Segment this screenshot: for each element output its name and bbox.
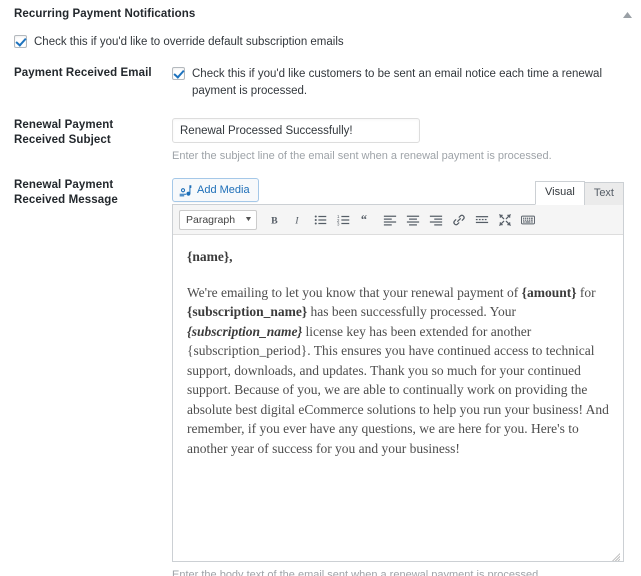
italic-icon[interactable]: I	[287, 209, 309, 231]
wp-editor: Add Media Visual Text Paragraph ▼ B I 1 …	[172, 178, 624, 576]
numbered-list-icon[interactable]: 1 2 3	[333, 209, 355, 231]
renewal-subject-input[interactable]	[172, 118, 420, 143]
align-right-icon[interactable]	[425, 209, 447, 231]
editor-greeting: {name},	[187, 249, 233, 264]
svg-text:3: 3	[337, 221, 340, 226]
editor-mode-tabs: Visual Text	[535, 180, 624, 205]
resize-grip-icon[interactable]	[610, 548, 621, 561]
chevron-down-icon: ▼	[244, 216, 253, 223]
blockquote-icon[interactable]: “	[356, 209, 378, 231]
page-title: Recurring Payment Notifications	[14, 8, 196, 20]
format-select-value: Paragraph	[186, 213, 236, 226]
override-emails-checkbox[interactable]	[14, 35, 27, 48]
svg-text:“: “	[361, 213, 367, 227]
renewal-message-label: Renewal Payment Received Message	[14, 179, 118, 206]
renewal-subject-label: Renewal Payment Received Subject	[14, 119, 114, 146]
caret-up-icon[interactable]	[621, 9, 633, 21]
bulleted-list-icon[interactable]	[310, 209, 332, 231]
format-select[interactable]: Paragraph ▼	[179, 209, 257, 230]
payment-received-email-label: Payment Received Email	[14, 67, 152, 79]
align-left-icon[interactable]	[379, 209, 401, 231]
editor-toolbar: Paragraph ▼ B I 1 2 3 “	[173, 205, 623, 235]
keyboard-shortcuts-icon[interactable]	[517, 209, 539, 231]
svg-text:I: I	[294, 215, 299, 226]
renewal-message-help: Enter the body text of the email sent wh…	[172, 569, 542, 576]
payment-received-email-checkbox-label[interactable]: Check this if you'd like customers to be…	[172, 66, 627, 99]
svg-text:B: B	[271, 215, 278, 226]
link-icon[interactable]	[448, 209, 470, 231]
editor-paragraph: We're emailing to let you know that your…	[187, 284, 609, 456]
override-emails-text: Check this if you'd like to override def…	[34, 36, 344, 48]
renewal-subject-help: Enter the subject line of the email sent…	[172, 150, 552, 162]
media-icon	[179, 184, 192, 197]
editor-media-bar: Add Media Visual Text	[172, 178, 624, 205]
editor-box: Paragraph ▼ B I 1 2 3 “ {name}, We're em…	[172, 204, 624, 562]
payment-received-email-checkbox[interactable]	[172, 67, 185, 80]
payment-received-email-text: Check this if you'd like customers to be…	[192, 68, 603, 97]
settings-panel: Recurring Payment Notifications Check th…	[0, 0, 641, 576]
tab-text[interactable]: Text	[583, 182, 624, 205]
tab-visual[interactable]: Visual	[535, 181, 585, 205]
bold-icon[interactable]: B	[264, 209, 286, 231]
override-emails-checkbox-label[interactable]: Check this if you'd like to override def…	[14, 34, 344, 51]
align-center-icon[interactable]	[402, 209, 424, 231]
insert-read-more-icon[interactable]	[471, 209, 493, 231]
fullscreen-icon[interactable]	[494, 209, 516, 231]
add-media-label: Add Media	[197, 184, 250, 196]
editor-content[interactable]: {name}, We're emailing to let you know t…	[173, 235, 623, 561]
add-media-button[interactable]: Add Media	[172, 178, 259, 202]
